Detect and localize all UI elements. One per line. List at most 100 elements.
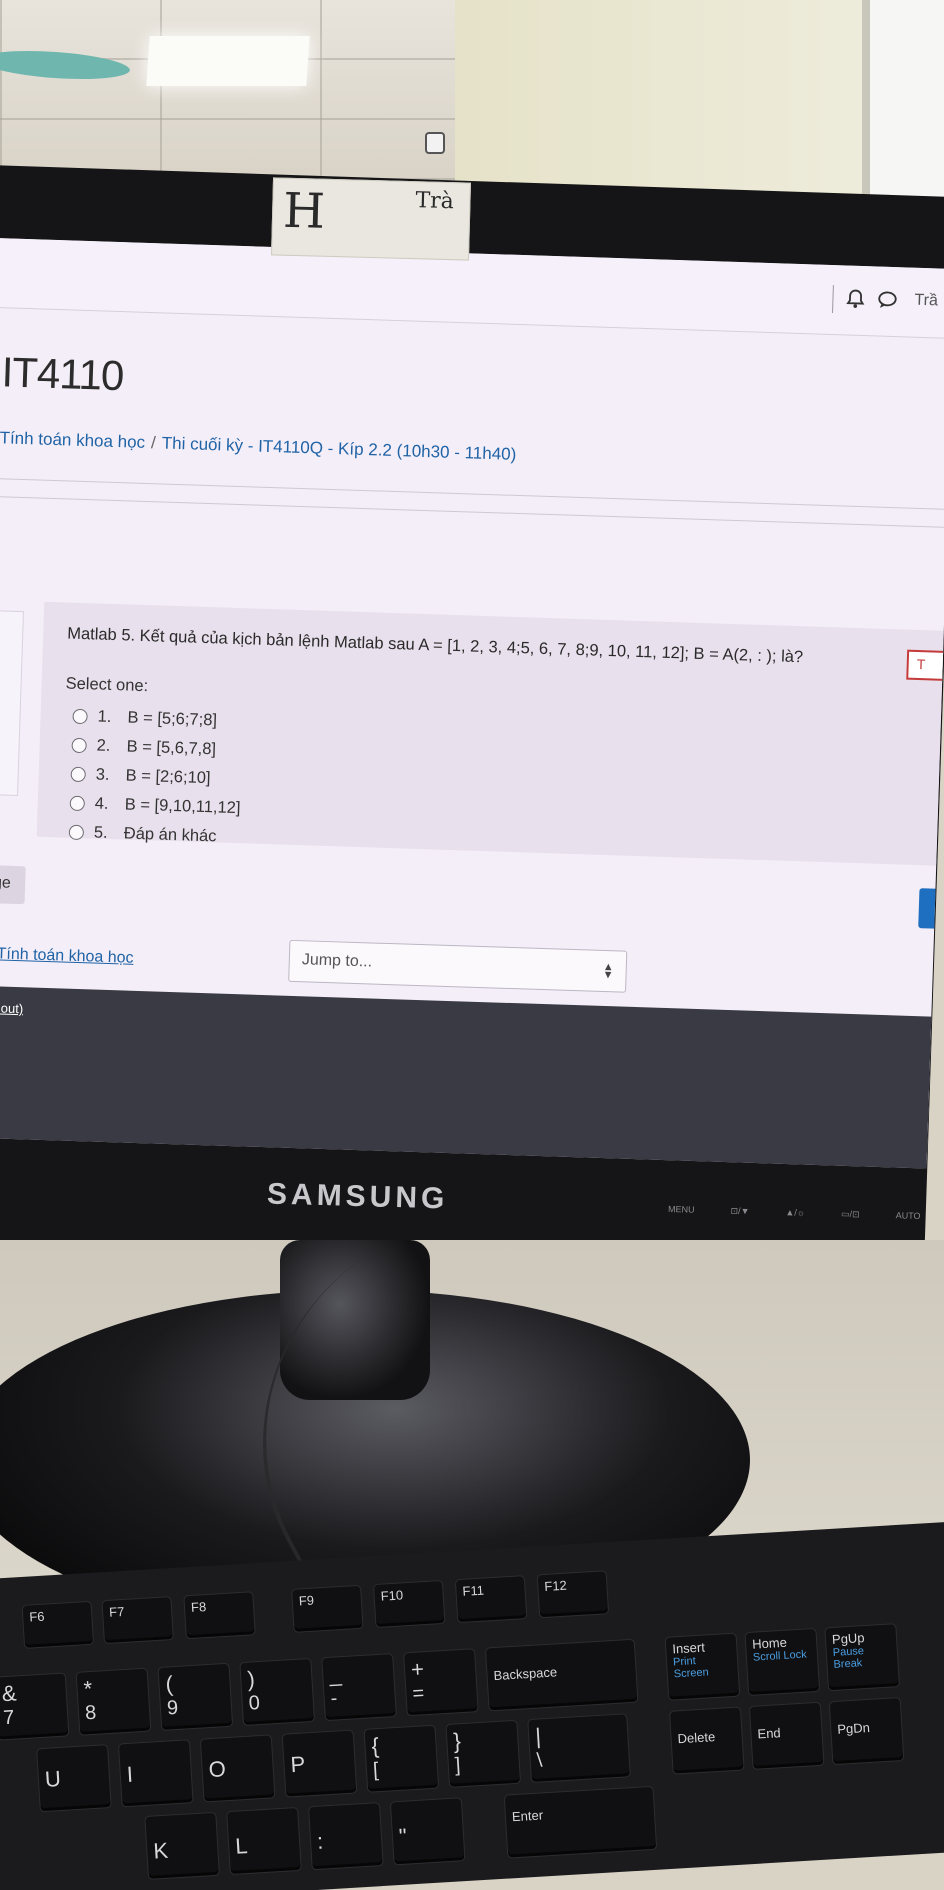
question-card: Matlab 5. Kết quả của kịch bản lệnh Matl… [36, 601, 944, 866]
user-menu[interactable]: Trầ [914, 292, 938, 311]
answer-option-3[interactable]: 3. B = [2;6;10] [70, 761, 211, 792]
breadcrumb-quiz[interactable]: Thi cuối kỳ - IT4110Q - Kíp 2.2 (10h30 -… [162, 433, 517, 463]
key-f9[interactable]: F9 [291, 1584, 364, 1633]
key-semicolon[interactable]: : [308, 1802, 384, 1871]
chat-icon[interactable] [876, 288, 899, 311]
radio-button[interactable] [72, 708, 88, 724]
answer-label: B = [5,6,7,8] [126, 736, 217, 758]
key-quote[interactable]: " [389, 1797, 466, 1866]
key-f12[interactable]: F12 [536, 1570, 610, 1619]
key-symbol: * [82, 1675, 93, 1702]
radio-button[interactable] [70, 766, 86, 782]
answer-option-4[interactable]: 4. B = [9,10,11,12] [69, 790, 241, 821]
key-backslash[interactable]: | \ [527, 1713, 631, 1784]
previous-page-button[interactable]: page [0, 864, 26, 905]
key-f11[interactable]: F11 [454, 1575, 528, 1624]
key-f8[interactable]: F8 [183, 1591, 256, 1640]
key-o[interactable]: O [199, 1734, 276, 1803]
answer-label: Đáp án khác [123, 823, 217, 845]
key-p[interactable]: P [281, 1729, 358, 1798]
key-symbol: { [370, 1733, 380, 1759]
key-8[interactable]: * 8 [75, 1667, 152, 1736]
topbar-divider [832, 285, 834, 314]
radio-button[interactable] [68, 824, 85, 840]
key-alt-label: Scroll Lock [752, 1648, 808, 1664]
key-pgdn[interactable]: PgDn [828, 1697, 905, 1766]
answer-number: 1. [97, 707, 112, 726]
key-symbol: ) [246, 1666, 256, 1692]
answer-option-1[interactable]: 1. B = [5;6;7;8] [72, 703, 217, 734]
answer-label: B = [9,10,11,12] [124, 794, 241, 817]
key-delete[interactable]: Delete [668, 1706, 745, 1775]
breadcrumb-separator: / [150, 433, 157, 453]
key-symbol: | [534, 1723, 542, 1749]
key-digit: 8 [84, 1701, 97, 1725]
key-equals[interactable]: + = [403, 1648, 479, 1717]
key-i[interactable]: I [117, 1739, 194, 1808]
answer-number: 4. [94, 793, 109, 813]
monitor-input-label[interactable]: ▭/⊡ [841, 1209, 860, 1221]
tape-mark-right: Trà [415, 188, 455, 215]
answer-number: 3. [95, 765, 110, 784]
key-minus[interactable]: _ - [321, 1653, 397, 1722]
page-footer [0, 985, 932, 1169]
key-alt-label: Print Screen [672, 1655, 709, 1681]
key-digit: 0 [248, 1692, 261, 1715]
answer-option-2[interactable]: 2. B = [5,6,7,8] [71, 732, 216, 763]
key-0[interactable]: ) 0 [239, 1657, 316, 1727]
monitor-brightness-label[interactable]: ▲/☼ [785, 1207, 805, 1219]
course-link[interactable]: hử Tính toán khoa học [0, 945, 134, 968]
key-enter[interactable]: Enter [503, 1785, 658, 1859]
radio-button[interactable] [71, 737, 87, 753]
key-k[interactable]: K [144, 1811, 220, 1880]
key-digit: 9 [166, 1696, 179, 1720]
key-label: Insert [671, 1639, 706, 1657]
key-pgup[interactable]: PgUp Pause Break [824, 1623, 900, 1692]
quiz-timer: T [906, 649, 944, 681]
tape-mark-left: H [282, 182, 326, 240]
question-text: Matlab 5. Kết quả của kịch bản lệnh Matl… [66, 624, 804, 667]
key-symbol: } [452, 1728, 462, 1754]
ceiling-light [146, 36, 310, 86]
breadcrumb-course[interactable]: - Tính toán khoa học [0, 428, 145, 452]
key-u[interactable]: U [36, 1744, 112, 1813]
jump-to-select[interactable]: Jump to... ▲ ▼ [288, 939, 628, 993]
answer-option-5[interactable]: 5. Đáp án khác [68, 819, 217, 850]
key-7[interactable]: & 7 [0, 1672, 70, 1741]
key-home[interactable]: Home Scroll Lock [744, 1627, 821, 1697]
monitor-auto-label[interactable]: AUTO [895, 1210, 921, 1222]
key-left-bracket[interactable]: {[ [363, 1724, 440, 1793]
jump-to-value: Jump to... [301, 951, 373, 971]
question-info-panel: of tion [0, 609, 24, 797]
window [862, 0, 944, 200]
key-backspace[interactable]: Backspace [484, 1638, 639, 1712]
key-insert[interactable]: Insert Print Screen [664, 1632, 741, 1701]
key-end[interactable]: End [748, 1701, 825, 1770]
key-f6[interactable]: F6 [21, 1600, 95, 1649]
page-title: IT4110 [0, 348, 125, 400]
divider [0, 477, 944, 510]
key-digit: - [330, 1687, 338, 1710]
answer-label: B = [5;6;7;8] [127, 708, 218, 729]
key-f10[interactable]: F10 [372, 1579, 446, 1629]
key-l[interactable]: L [226, 1806, 302, 1876]
logout-link[interactable]: (Log out) [0, 1000, 23, 1017]
key-symbol: _ [328, 1661, 343, 1687]
monitor-source-label[interactable]: ⊡/▼ [730, 1206, 749, 1218]
monitor-menu-label[interactable]: MENU [668, 1204, 695, 1216]
select-arrows-icon: ▲ ▼ [602, 960, 614, 982]
bell-icon[interactable] [844, 287, 867, 310]
tape-note: H Trà [271, 177, 471, 261]
key-right-bracket[interactable]: }] [445, 1719, 522, 1788]
key-digit: 7 [2, 1706, 16, 1730]
radio-button[interactable] [69, 795, 86, 811]
breadcrumb: - Tính toán khoa học / Thi cuối kỳ - IT411… [0, 428, 517, 465]
key-9[interactable]: (9 [157, 1662, 234, 1731]
key-f7[interactable]: F7 [101, 1596, 174, 1645]
key-symbol: & [1, 1680, 18, 1707]
key-digit: [ [372, 1759, 380, 1782]
keyboard: F6 F7 F8 F9 F10 F11 F12 & 7 * 8 (9 ) 0 _ - +… [0, 1520, 944, 1890]
key-digit: \ [536, 1749, 543, 1772]
key-alt-label: Pause Break [832, 1645, 865, 1671]
key-symbol: ( [164, 1671, 174, 1697]
